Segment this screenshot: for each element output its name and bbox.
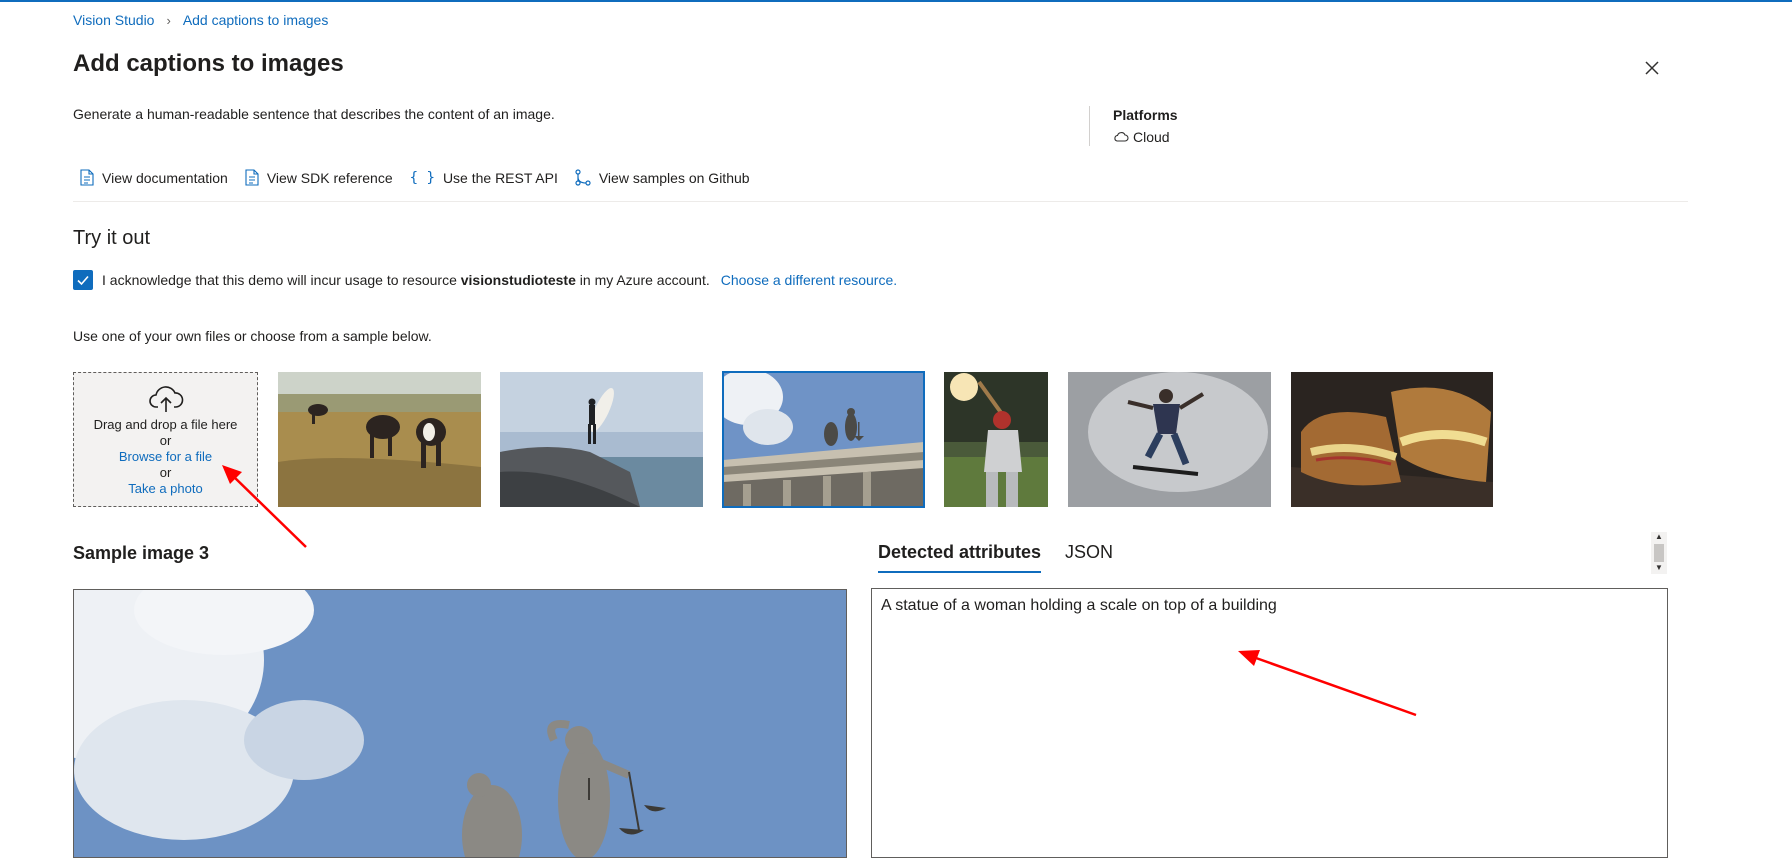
file-dropzone[interactable]: Drag and drop a file here or Browse for …: [73, 372, 258, 507]
acknowledge-row: I acknowledge that this demo will incur …: [73, 270, 897, 290]
use-rest-api-label: Use the REST API: [442, 169, 558, 186]
section-divider: [73, 201, 1688, 202]
or-text-1: or: [159, 433, 172, 448]
acknowledge-text-suffix: in my Azure account.: [579, 272, 710, 288]
close-icon: [1645, 61, 1659, 75]
close-button[interactable]: [1640, 56, 1664, 80]
platforms-value-label: Cloud: [1133, 129, 1170, 145]
use-rest-api-link[interactable]: { } Use the REST API: [410, 169, 558, 186]
sample-image-preview: [73, 589, 847, 858]
platforms-panel: Platforms Cloud: [1113, 107, 1178, 145]
surfer-image: [500, 372, 703, 507]
baseball-batter-image: [944, 372, 1048, 507]
resource-links: View documentation View SDK reference { …: [80, 169, 767, 186]
scroll-down-arrow-icon[interactable]: ▼: [1655, 563, 1663, 572]
breadcrumb: Vision Studio › Add captions to images: [73, 12, 328, 28]
cloud-upload-icon: [148, 386, 183, 412]
view-samples-github-label: View samples on Github: [598, 169, 750, 186]
sample-image-title: Sample image 3: [73, 543, 210, 563]
cloud-icon: [1114, 132, 1129, 142]
acknowledge-checkbox[interactable]: [73, 270, 93, 290]
sample-thumbnail-sandwich[interactable]: [1291, 372, 1493, 507]
vertical-divider: [1089, 106, 1090, 146]
branch-icon: [575, 169, 591, 186]
braces-icon: { }: [409, 169, 435, 186]
top-accent-bar: [0, 0, 1792, 2]
browse-file-link[interactable]: Browse for a file: [74, 449, 257, 465]
platforms-title: Platforms: [1113, 107, 1178, 123]
files-instruction: Use one of your own files or choose from…: [73, 328, 432, 344]
choose-different-resource-link[interactable]: Choose a different resource.: [721, 272, 897, 288]
statue-building-image: [723, 372, 924, 507]
sample-thumbnail-skateboarder[interactable]: [1068, 372, 1271, 507]
cows-image: [278, 372, 481, 507]
caption-result: A statue of a woman holding a scale on t…: [881, 597, 1277, 614]
sample-thumbnail-surfer[interactable]: [500, 372, 703, 507]
sandwich-image: [1291, 372, 1493, 507]
page-description: Generate a human-readable sentence that …: [73, 106, 555, 122]
resource-name: visionstudioteste: [460, 272, 576, 288]
sample-thumbnail-cows[interactable]: [278, 372, 481, 507]
sample-thumbnail-statue[interactable]: [722, 371, 925, 508]
acknowledge-text-prefix: I acknowledge that this demo will incur …: [102, 272, 457, 288]
detected-attributes-panel: A statue of a woman holding a scale on t…: [871, 588, 1668, 858]
view-documentation-label: View documentation: [102, 169, 228, 186]
tab-json[interactable]: JSON: [1065, 542, 1113, 573]
take-photo-link[interactable]: Take a photo: [74, 481, 257, 497]
results-tabs: Detected attributes JSON: [878, 542, 1137, 573]
skateboarder-image: [1068, 372, 1271, 507]
scrollbar-thumb[interactable]: [1654, 544, 1664, 562]
view-sdk-reference-label: View SDK reference: [266, 169, 393, 186]
results-scrollbar[interactable]: ▲ ▼: [1651, 532, 1667, 574]
try-it-out-title: Try it out: [73, 227, 151, 249]
document-icon: [80, 169, 94, 186]
view-samples-github-link[interactable]: View samples on Github: [575, 169, 750, 186]
platforms-value: Cloud: [1113, 129, 1178, 145]
document-icon: [245, 169, 259, 186]
breadcrumb-home-link[interactable]: Vision Studio: [73, 12, 154, 28]
sample-thumbnail-baseball[interactable]: [944, 372, 1048, 507]
or-text-2: or: [159, 465, 172, 480]
statue-preview-image: [74, 590, 846, 857]
checkmark-icon: [77, 275, 89, 286]
scroll-up-arrow-icon[interactable]: ▲: [1655, 532, 1663, 541]
tab-detected-attributes[interactable]: Detected attributes: [878, 542, 1042, 573]
drop-text: Drag and drop a file here: [93, 417, 238, 432]
chevron-right-icon: ›: [166, 12, 171, 28]
page-title: Add captions to images: [73, 50, 344, 77]
breadcrumb-current-link[interactable]: Add captions to images: [183, 12, 329, 28]
view-sdk-reference-link[interactable]: View SDK reference: [245, 169, 393, 186]
view-documentation-link[interactable]: View documentation: [80, 169, 228, 186]
